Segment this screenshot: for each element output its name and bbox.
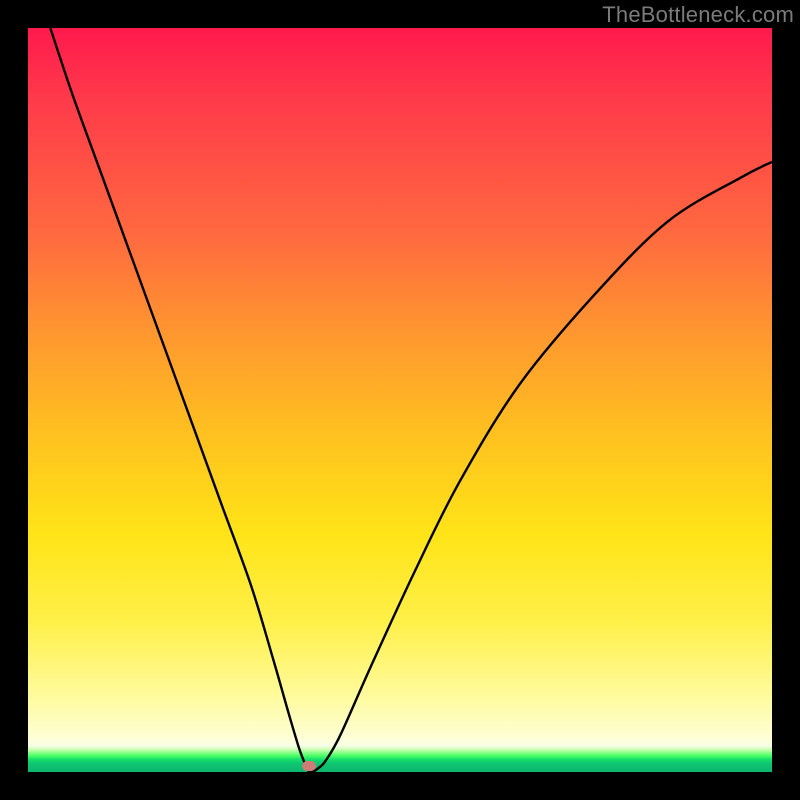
bottleneck-curve-svg xyxy=(28,28,772,772)
chart-frame: TheBottleneck.com xyxy=(0,0,800,800)
watermark-text: TheBottleneck.com xyxy=(602,2,794,28)
optimal-point-marker xyxy=(302,761,316,771)
bottleneck-curve xyxy=(50,28,772,772)
plot-area xyxy=(28,28,772,772)
